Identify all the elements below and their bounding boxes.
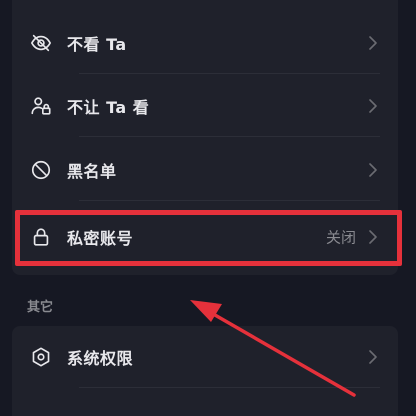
chevron-right-icon: [369, 350, 377, 364]
hexagon-shield-icon: [30, 346, 52, 368]
highlight-box: [15, 210, 402, 266]
user-lock-icon: [30, 95, 52, 117]
eye-slash-icon: [30, 32, 52, 54]
block-icon: [30, 159, 52, 181]
divider: [79, 73, 380, 74]
settings-item-block-ta-view[interactable]: 不让 Ta 看: [12, 75, 398, 137]
settings-item-label: 不看 Ta: [67, 35, 127, 54]
chevron-right-icon: [369, 163, 377, 177]
divider: [79, 387, 380, 388]
divider: [79, 136, 380, 137]
divider: [79, 200, 380, 201]
settings-item-label: 不让 Ta 看: [67, 98, 150, 117]
section-title-other: 其它: [27, 300, 54, 315]
settings-item-label: 黑名单: [67, 162, 117, 181]
settings-item-system-permissions[interactable]: 系统权限: [12, 326, 398, 388]
settings-item-hide-ta[interactable]: 不看 Ta: [12, 12, 398, 74]
settings-item-blacklist[interactable]: 黑名单: [12, 139, 398, 201]
chevron-right-icon: [369, 36, 377, 50]
settings-item-label: 系统权限: [67, 349, 134, 368]
chevron-right-icon: [369, 99, 377, 113]
